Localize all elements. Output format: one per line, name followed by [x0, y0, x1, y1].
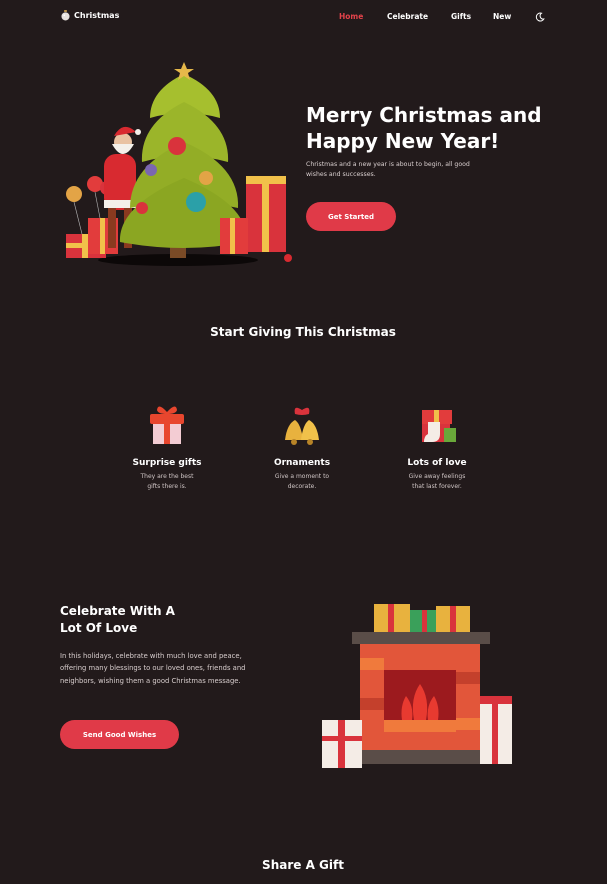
get-started-button[interactable]: Get Started	[306, 202, 396, 231]
card-surprise-gifts: Surprise gifts They are the best gifts t…	[112, 402, 222, 492]
nav-home[interactable]: Home	[339, 12, 363, 21]
card-title: Lots of love	[407, 458, 467, 468]
fireplace-illustration	[322, 604, 512, 768]
celebrate-description: In this holidays, celebrate with much lo…	[60, 652, 246, 685]
celebrate-title: Celebrate With A Lot Of Love	[60, 604, 175, 635]
nav-new[interactable]: New	[493, 12, 511, 21]
card-description: They are the best gifts there is.	[140, 473, 194, 490]
share-section-title: Share A Gift	[262, 858, 344, 872]
christmas-tree-santa-illustration	[66, 62, 292, 266]
card-description: Give a moment to decorate.	[274, 473, 330, 490]
ornament-icon	[61, 10, 70, 21]
navbar: Christmas Home Celebrate Gifts New	[0, 0, 607, 34]
card-title: Surprise gifts	[132, 458, 202, 468]
card-title: Ornaments	[273, 458, 331, 468]
moon-icon[interactable]	[535, 12, 545, 22]
card-description: Give away feelings that last forever.	[408, 473, 466, 490]
stocking-gifts-icon	[422, 410, 456, 442]
card-lots-of-love: Lots of love Give away feelings that las…	[382, 402, 492, 492]
nav-gifts[interactable]: Gifts	[451, 12, 471, 21]
brand-link[interactable]: Christmas	[61, 10, 119, 21]
gift-box-icon	[150, 406, 184, 444]
send-good-wishes-button[interactable]: Send Good Wishes	[60, 720, 179, 749]
card-ornaments: Ornaments Give a moment to decorate.	[247, 402, 357, 492]
bells-icon	[285, 407, 319, 445]
brand-name: Christmas	[74, 11, 120, 20]
giving-section-title: Start Giving This Christmas	[210, 325, 396, 339]
nav-celebrate[interactable]: Celebrate	[387, 12, 428, 21]
hero-title: Merry Christmas and Happy New Year!	[306, 103, 542, 153]
hero-description: Christmas and a new year is about to beg…	[306, 161, 470, 178]
